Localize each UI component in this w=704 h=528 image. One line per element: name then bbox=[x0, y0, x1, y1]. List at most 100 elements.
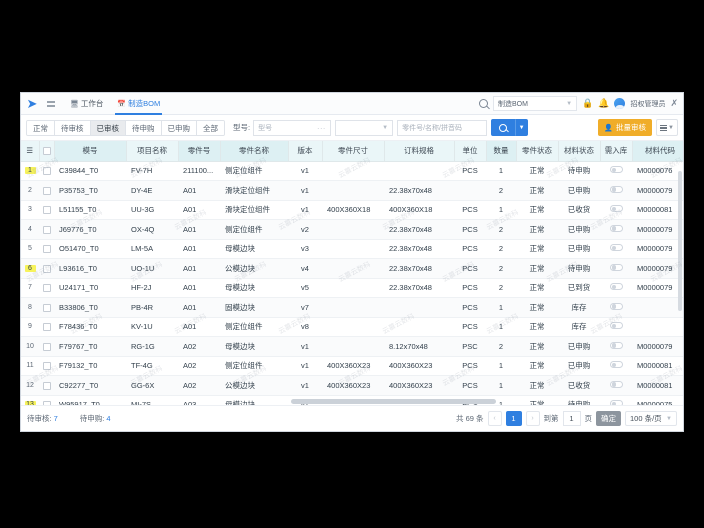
need-instock-toggle-cell[interactable] bbox=[600, 220, 632, 240]
column-header-order-spec[interactable]: 订料规格 bbox=[384, 141, 454, 161]
column-header-qty[interactable]: 数量 bbox=[486, 141, 516, 161]
checkbox-unchecked[interactable] bbox=[43, 206, 51, 214]
vertical-scroll-thumb[interactable] bbox=[678, 171, 682, 311]
row-checkbox-cell[interactable] bbox=[39, 356, 54, 376]
model-input[interactable]: 型号 ... bbox=[253, 120, 331, 136]
need-instock-toggle-cell[interactable] bbox=[600, 239, 632, 259]
tab-all[interactable]: 全部 bbox=[197, 121, 224, 136]
batch-review-button[interactable]: 👤 批量审核 bbox=[598, 119, 652, 136]
select-all-header[interactable] bbox=[39, 141, 54, 161]
row-checkbox-cell[interactable] bbox=[39, 239, 54, 259]
need-instock-toggle-cell[interactable] bbox=[600, 356, 632, 376]
toggle-switch[interactable] bbox=[610, 322, 623, 329]
prev-page-button[interactable]: ‹ bbox=[488, 411, 502, 426]
row-checkbox-cell[interactable] bbox=[39, 278, 54, 298]
toggle-switch[interactable] bbox=[610, 186, 623, 193]
column-header-mat-code[interactable]: 材料代码 bbox=[632, 141, 683, 161]
toggle-switch[interactable] bbox=[610, 342, 623, 349]
horizontal-scrollbar[interactable] bbox=[21, 399, 683, 404]
vertical-scrollbar[interactable] bbox=[678, 161, 682, 399]
module-select[interactable]: 制造BOM ▼ bbox=[493, 96, 577, 111]
row-checkbox-cell[interactable] bbox=[39, 220, 54, 240]
checkbox-unchecked[interactable] bbox=[43, 362, 51, 370]
toggle-switch[interactable] bbox=[610, 283, 623, 290]
column-header-part-size[interactable]: 零件尺寸 bbox=[322, 141, 384, 161]
table-row[interactable]: 3L51155_T0UU-3GA01滑块定位组件v1400X360X18400X… bbox=[21, 200, 683, 220]
table-row[interactable]: 8B33806_T0PB-4RA01固模边块v7PCS1正常库存 bbox=[21, 298, 683, 318]
column-header-part-status[interactable]: 零件状态 bbox=[516, 141, 558, 161]
checkbox-unchecked[interactable] bbox=[43, 304, 51, 312]
table-row[interactable]: 5O51470_T0LM-5AA01母模边块v322.38x70x48PCS2正… bbox=[21, 239, 683, 259]
row-checkbox-cell[interactable] bbox=[39, 298, 54, 318]
nav-tab-manufacturing-bom[interactable]: 📅 制造BOM bbox=[110, 93, 167, 115]
tab-purchased[interactable]: 已申购 bbox=[162, 121, 198, 136]
table-row[interactable]: 11F79132_T0TF-4GA02侧定位组件v1400X360X23400X… bbox=[21, 356, 683, 376]
checkbox-unchecked[interactable] bbox=[43, 343, 51, 351]
checkbox-unchecked[interactable] bbox=[43, 323, 51, 331]
horizontal-scroll-thumb[interactable] bbox=[291, 399, 496, 404]
checkbox-unchecked[interactable] bbox=[43, 147, 51, 155]
row-checkbox-cell[interactable] bbox=[39, 337, 54, 357]
checkbox-unchecked[interactable] bbox=[43, 245, 51, 253]
table-row[interactable]: 7U24171_T0HF-2JA01母模边块v522.38x70x48PCS2正… bbox=[21, 278, 683, 298]
search-input[interactable]: 零件号/名称/拼音码 bbox=[397, 120, 487, 136]
table-row[interactable]: 12C92277_T0GG-6XA02公模边块v1400X360X23400X3… bbox=[21, 376, 683, 396]
table-row[interactable]: 10F79767_T0RG-1GA02母模边块v18.12x70x48PSC2正… bbox=[21, 337, 683, 357]
column-header-model-no[interactable]: 模号 bbox=[54, 141, 126, 161]
page-number-1[interactable]: 1 bbox=[506, 411, 522, 426]
toggle-switch[interactable] bbox=[610, 225, 623, 232]
toggle-switch[interactable] bbox=[610, 303, 623, 310]
goto-page-input[interactable]: 1 bbox=[563, 411, 581, 426]
table-row[interactable]: 9F78436_T0KV-1UA01侧定位组件v8PCS1正常库存 bbox=[21, 317, 683, 337]
table-row[interactable]: 2P35753_T0DY-4EA01滑块定位组件v122.38x70x482正常… bbox=[21, 181, 683, 201]
row-checkbox-cell[interactable] bbox=[39, 161, 54, 181]
search-options-button[interactable]: ▼ bbox=[515, 119, 528, 136]
tab-pending-purchase[interactable]: 待申购 bbox=[126, 121, 162, 136]
column-settings-button[interactable]: ▼ bbox=[656, 119, 678, 136]
toggle-switch[interactable] bbox=[610, 381, 623, 388]
checkbox-unchecked[interactable] bbox=[43, 284, 51, 292]
logo-icon[interactable]: ➤ bbox=[21, 93, 43, 115]
checkbox-unchecked[interactable] bbox=[43, 265, 51, 273]
row-checkbox-cell[interactable] bbox=[39, 200, 54, 220]
need-instock-toggle-cell[interactable] bbox=[600, 337, 632, 357]
column-header-project-name[interactable]: 项目名称 bbox=[126, 141, 178, 161]
need-instock-toggle-cell[interactable] bbox=[600, 200, 632, 220]
need-instock-toggle-cell[interactable] bbox=[600, 161, 632, 181]
need-instock-toggle-cell[interactable] bbox=[600, 278, 632, 298]
checkbox-unchecked[interactable] bbox=[43, 167, 51, 175]
search-icon[interactable] bbox=[479, 99, 488, 108]
row-checkbox-cell[interactable] bbox=[39, 259, 54, 279]
column-header-unit[interactable]: 单位 bbox=[454, 141, 486, 161]
next-page-button[interactable]: › bbox=[526, 411, 540, 426]
nav-tab-workbench[interactable]: 🖥 工作台 bbox=[63, 93, 110, 115]
row-checkbox-cell[interactable] bbox=[39, 181, 54, 201]
table-row[interactable]: 1C39844_T0FV-7H211100...侧定位组件v1PCS1正常待申购… bbox=[21, 161, 683, 181]
toggle-switch[interactable] bbox=[610, 205, 623, 212]
column-header-need-in[interactable]: 需入库 bbox=[600, 141, 632, 161]
toggle-switch[interactable] bbox=[610, 361, 623, 368]
table-row[interactable]: 4J69776_T0OX-4QA01侧定位组件v222.38x70x48PCS2… bbox=[21, 220, 683, 240]
bell-icon[interactable]: 🔔 bbox=[598, 99, 609, 108]
tab-pending-review[interactable]: 待审核 bbox=[55, 121, 91, 136]
search-button[interactable] bbox=[491, 119, 515, 136]
pin-column-icon[interactable]: ☰ bbox=[21, 141, 39, 161]
toggle-switch[interactable] bbox=[610, 166, 623, 173]
need-instock-toggle-cell[interactable] bbox=[600, 298, 632, 318]
tab-normal[interactable]: 正常 bbox=[27, 121, 55, 136]
toggle-switch[interactable] bbox=[610, 244, 623, 251]
toggle-switch[interactable] bbox=[610, 264, 623, 271]
column-header-version[interactable]: 版本 bbox=[288, 141, 322, 161]
need-instock-toggle-cell[interactable] bbox=[600, 181, 632, 201]
need-instock-toggle-cell[interactable] bbox=[600, 259, 632, 279]
grid-icon[interactable] bbox=[43, 101, 59, 107]
confirm-goto-button[interactable]: 确定 bbox=[596, 411, 621, 426]
row-checkbox-cell[interactable] bbox=[39, 376, 54, 396]
need-instock-toggle-cell[interactable] bbox=[600, 317, 632, 337]
row-checkbox-cell[interactable] bbox=[39, 317, 54, 337]
table-row[interactable]: 6L93616_T0UO-1UA01公模边块v422.38x70x48PCS2正… bbox=[21, 259, 683, 279]
collapse-icon[interactable]: ✗ bbox=[670, 98, 678, 109]
secondary-select[interactable]: ▼ bbox=[335, 120, 393, 136]
page-size-select[interactable]: 100 条/页 ▼ bbox=[625, 411, 677, 426]
column-header-part-name[interactable]: 零件名称 bbox=[220, 141, 288, 161]
